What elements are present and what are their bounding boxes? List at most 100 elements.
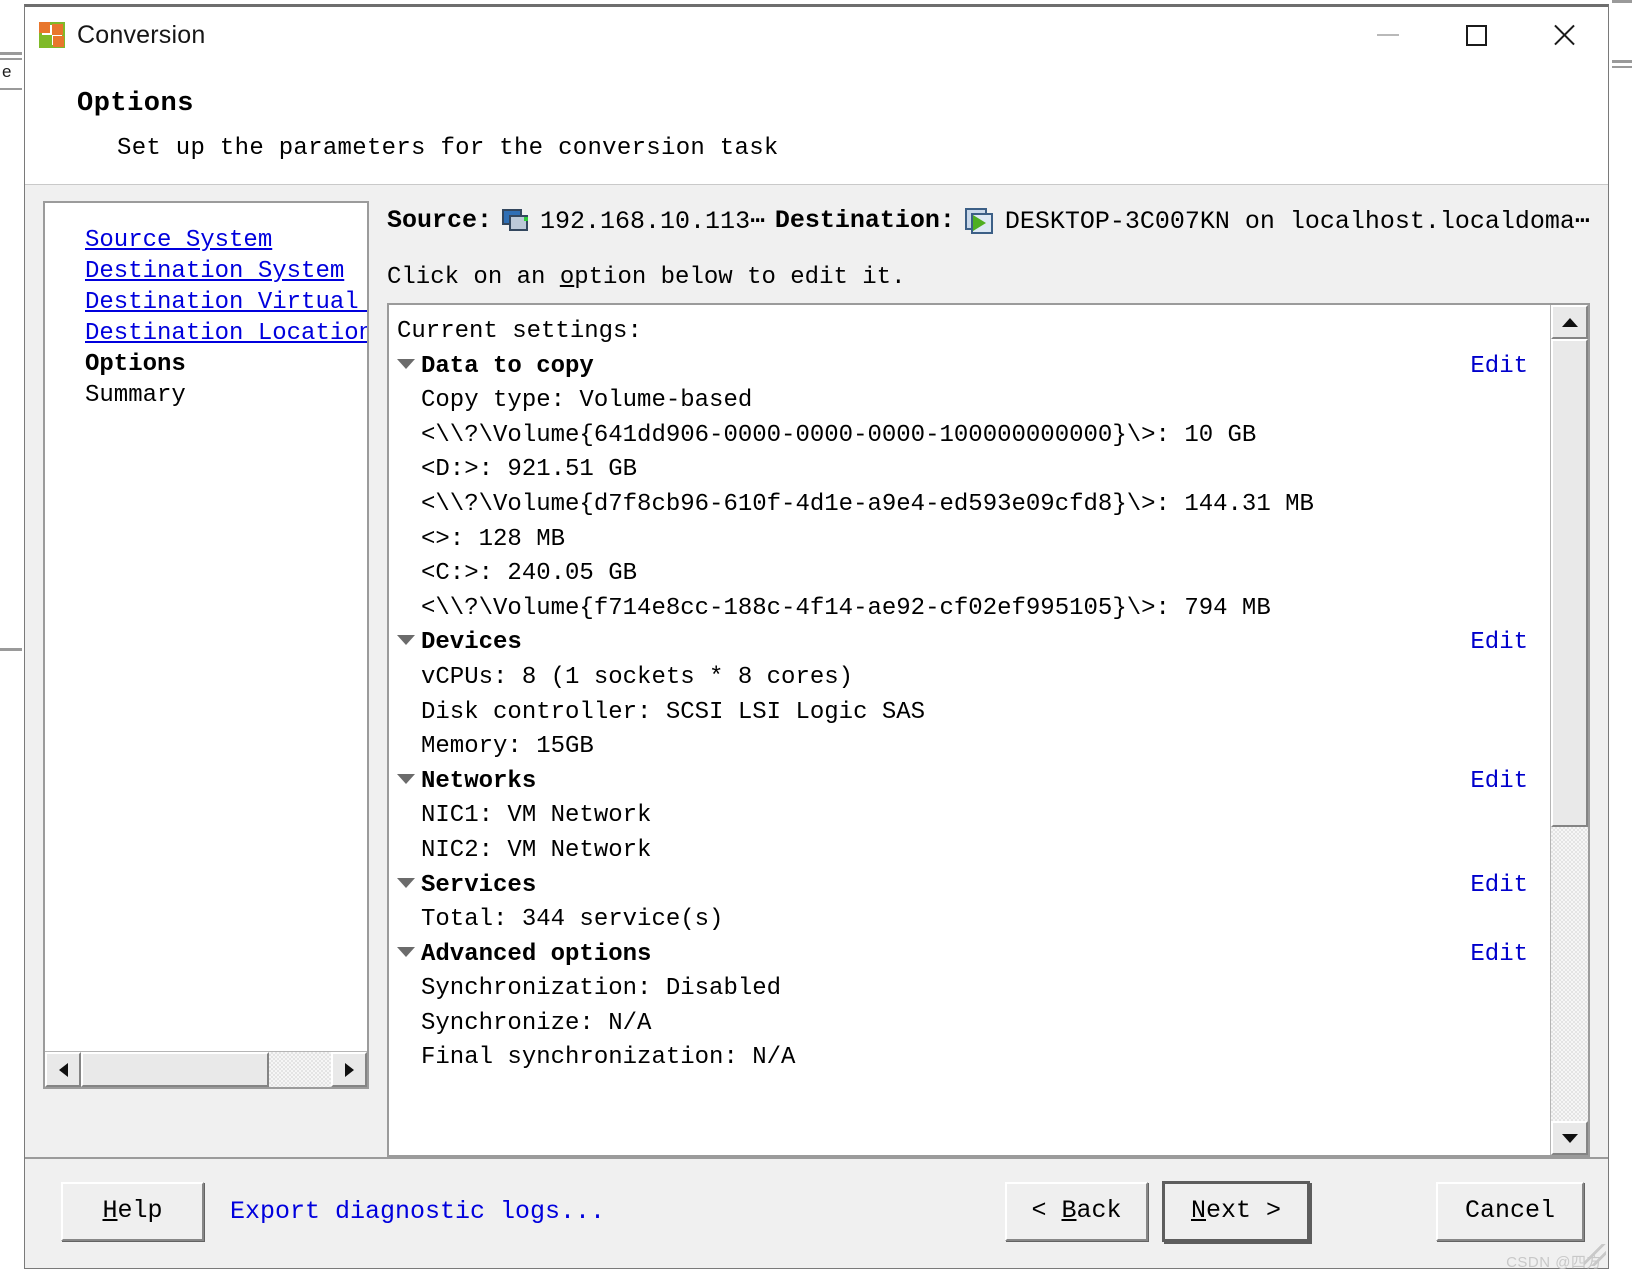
window-controls: [1344, 7, 1608, 63]
conversion-dialog: Conversion Options Set up the parameters…: [24, 4, 1609, 1271]
scroll-right-button[interactable]: [331, 1052, 367, 1087]
edit-hint-post: ption below to edit it.: [574, 264, 906, 291]
dialog-body: Source System Destination System Destina…: [25, 185, 1608, 1157]
caret-down-icon[interactable]: [397, 946, 415, 957]
chevron-left-icon: [58, 1062, 68, 1077]
source-label: Source:: [387, 206, 493, 235]
caret-down-icon[interactable]: [397, 635, 415, 646]
settings-group-devices[interactable]: Devices Edit: [389, 626, 1550, 661]
setting-row: Copy type: Volume-based: [421, 387, 753, 415]
scroll-left-button[interactable]: [45, 1052, 81, 1087]
source-computer-icon: [502, 208, 529, 233]
chevron-right-icon: [344, 1062, 354, 1077]
desktop-background: e Conversion Options Set up the paramete…: [0, 0, 1632, 1278]
page-header: Options Set up the parameters for the co…: [25, 63, 1608, 185]
export-diagnostic-logs-link[interactable]: Export diagnostic logs...: [230, 1197, 605, 1226]
next-mnemonic: N: [1190, 1196, 1206, 1225]
caret-down-icon[interactable]: [397, 358, 415, 369]
background-divider-3: [0, 88, 22, 90]
scroll-up-button[interactable]: [1551, 305, 1588, 339]
group-label: Devices: [421, 629, 522, 657]
setting-row: <>: 128 MB: [421, 525, 566, 553]
source-value: 192.168.10.113⋯: [540, 207, 766, 236]
horizontal-scroll-thumb[interactable]: [81, 1052, 269, 1087]
background-divider-2: [0, 58, 22, 60]
setting-row: NIC2: VM Network: [421, 836, 652, 864]
group-label: Data to copy: [421, 352, 594, 380]
background-divider-1: [0, 52, 22, 55]
back-label: ack: [1076, 1196, 1122, 1225]
edit-hint-pre: Click on an: [387, 264, 560, 291]
setting-row: <\\?\Volume{f714e8cc-188c-4f14-ae92-cf02…: [421, 594, 1271, 622]
edit-link-advanced-options[interactable]: Edit: [1470, 938, 1528, 973]
wizard-step-list: Source System Destination System Destina…: [45, 203, 367, 1051]
cancel-button[interactable]: Cancel: [1436, 1182, 1584, 1241]
back-prefix: <: [1031, 1196, 1062, 1225]
setting-row: Synchronization: Disabled: [421, 975, 782, 1003]
help-button[interactable]: Help: [61, 1182, 204, 1241]
horizontal-scroll-track[interactable]: [269, 1052, 331, 1087]
minimize-button[interactable]: [1344, 7, 1432, 63]
sidebar-item-source-system[interactable]: Source System: [85, 225, 367, 256]
settings-group-services[interactable]: Services Edit: [389, 869, 1550, 904]
setting-row: Total: 344 service(s): [421, 906, 724, 934]
nav-horizontal-scrollbar[interactable]: [45, 1051, 367, 1087]
setting-row: Final synchronization: N/A: [421, 1044, 796, 1072]
edit-link-devices[interactable]: Edit: [1470, 626, 1528, 661]
vertical-scroll-track[interactable]: [1551, 827, 1588, 1121]
setting-row: <\\?\Volume{641dd906-0000-0000-0000-1000…: [421, 421, 1257, 449]
maximize-icon: [1465, 24, 1487, 46]
edit-hint: Click on an option below to edit it.: [387, 264, 1590, 291]
settings-vertical-scrollbar[interactable]: [1550, 305, 1588, 1155]
help-label: elp: [117, 1196, 163, 1225]
source-destination-summary: Source: 192.168.10.113⋯ Destination: DES…: [387, 205, 1590, 236]
settings-group-data-to-copy[interactable]: Data to copy Edit: [389, 350, 1550, 385]
settings-heading: Current settings:: [397, 318, 642, 345]
settings-group-networks[interactable]: Networks Edit: [389, 765, 1550, 800]
setting-row: Synchronize: N/A: [421, 1009, 652, 1037]
scroll-down-button[interactable]: [1551, 1121, 1588, 1155]
title-bar: Conversion: [25, 7, 1608, 63]
edit-link-networks[interactable]: Edit: [1470, 765, 1528, 800]
background-divider-4: [0, 648, 22, 651]
caret-down-icon[interactable]: [397, 773, 415, 784]
dialog-footer: Help Export diagnostic logs... < Back Ne…: [25, 1157, 1608, 1271]
page-title: Options: [77, 89, 194, 119]
sidebar-item-destination-virtual-machine[interactable]: Destination Virtual M: [85, 287, 367, 318]
destination-value: DESKTOP-3C007KN on localhost.localdoma⋯: [1004, 207, 1590, 236]
setting-row: vCPUs: 8 (1 sockets * 8 cores): [421, 663, 854, 691]
background-divider-7: [1612, 66, 1632, 68]
current-settings-listbox[interactable]: Current settings: Data to copy Edit Copy…: [387, 303, 1590, 1157]
wizard-nav-panel: Source System Destination System Destina…: [43, 201, 369, 1089]
maximize-button[interactable]: [1432, 7, 1520, 63]
sidebar-item-options[interactable]: Options: [85, 349, 367, 380]
setting-row: NIC1: VM Network: [421, 802, 652, 830]
settings-scroll-area: Current settings: Data to copy Edit Copy…: [389, 305, 1550, 1155]
group-label: Services: [421, 871, 537, 899]
window-title: Conversion: [77, 20, 206, 49]
settings-group-advanced-options[interactable]: Advanced options Edit: [389, 938, 1550, 973]
sidebar-item-summary[interactable]: Summary: [85, 380, 367, 411]
close-button[interactable]: [1520, 7, 1608, 63]
edit-link-data-to-copy[interactable]: Edit: [1470, 350, 1528, 385]
resize-grip[interactable]: [1584, 1244, 1606, 1266]
setting-row: <D:>: 921.51 GB: [421, 456, 638, 484]
sidebar-item-destination-location[interactable]: Destination Location: [85, 318, 367, 349]
destination-label: Destination:: [774, 206, 955, 235]
sidebar-item-destination-system[interactable]: Destination System: [85, 256, 367, 287]
background-divider-6: [1612, 60, 1632, 63]
back-button[interactable]: < Back: [1005, 1182, 1148, 1241]
background-window-strip: [0, 0, 24, 1278]
vertical-scroll-thumb[interactable]: [1551, 339, 1588, 827]
background-text-fragment: e: [2, 62, 12, 81]
caret-down-icon[interactable]: [397, 877, 415, 888]
setting-row: Disk controller: SCSI LSI Logic SAS: [421, 698, 926, 726]
next-button[interactable]: Next >: [1162, 1181, 1310, 1242]
edit-link-services[interactable]: Edit: [1470, 869, 1528, 904]
edit-hint-mnemonic: o: [559, 264, 575, 291]
options-content: Source: 192.168.10.113⋯ Destination: DES…: [387, 201, 1590, 1157]
destination-vm-icon: [964, 207, 993, 234]
background-divider-5: [1612, 0, 1632, 3]
setting-row: Memory: 15GB: [421, 733, 594, 761]
group-label: Networks: [421, 767, 537, 795]
